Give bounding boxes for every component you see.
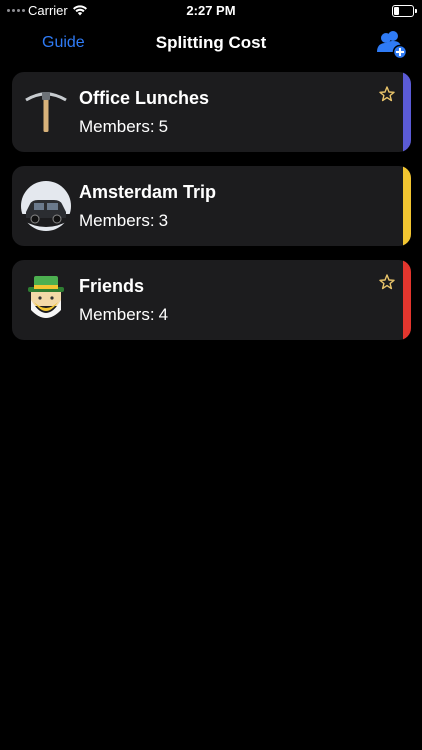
add-group-icon[interactable] (376, 28, 408, 60)
group-name: Amsterdam Trip (79, 182, 217, 202)
members-count: Members: 5 (79, 117, 168, 137)
group-name: Friends (79, 276, 145, 296)
pickaxe-icon (20, 86, 72, 138)
group-color-bar (403, 166, 411, 246)
group-card-office-lunches[interactable]: Office Lunches Members: 5 (12, 72, 411, 152)
members-value: 3 (158, 211, 169, 230)
members-value: 5 (158, 117, 169, 136)
group-card-amsterdam-trip[interactable]: Amsterdam Trip Members: 3 (12, 166, 411, 246)
group-card-friends[interactable]: Friends Members: 4 (12, 260, 411, 340)
status-time: 2:27 PM (186, 3, 236, 18)
battery-icon (392, 5, 417, 17)
navigation-bar: Guide Splitting Cost (0, 22, 422, 66)
members-count: Members: 3 (79, 211, 168, 231)
members-label: Members: (79, 211, 155, 230)
members-label: Members: (79, 117, 155, 136)
star-icon[interactable] (379, 274, 395, 290)
group-name: Office Lunches (79, 88, 210, 108)
members-count: Members: 4 (79, 305, 168, 325)
members-label: Members: (79, 305, 155, 324)
taxi-moon-icon (20, 180, 72, 232)
leprechaun-icon (20, 274, 72, 326)
group-color-bar (403, 72, 411, 152)
members-value: 4 (158, 305, 169, 324)
group-list: Office Lunches Members: 5 Amsterdam Trip … (12, 72, 411, 354)
page-title: Splitting Cost (155, 33, 267, 52)
group-color-bar (403, 260, 411, 340)
status-bar: Carrier 2:27 PM (0, 0, 422, 22)
star-icon[interactable] (379, 86, 395, 102)
